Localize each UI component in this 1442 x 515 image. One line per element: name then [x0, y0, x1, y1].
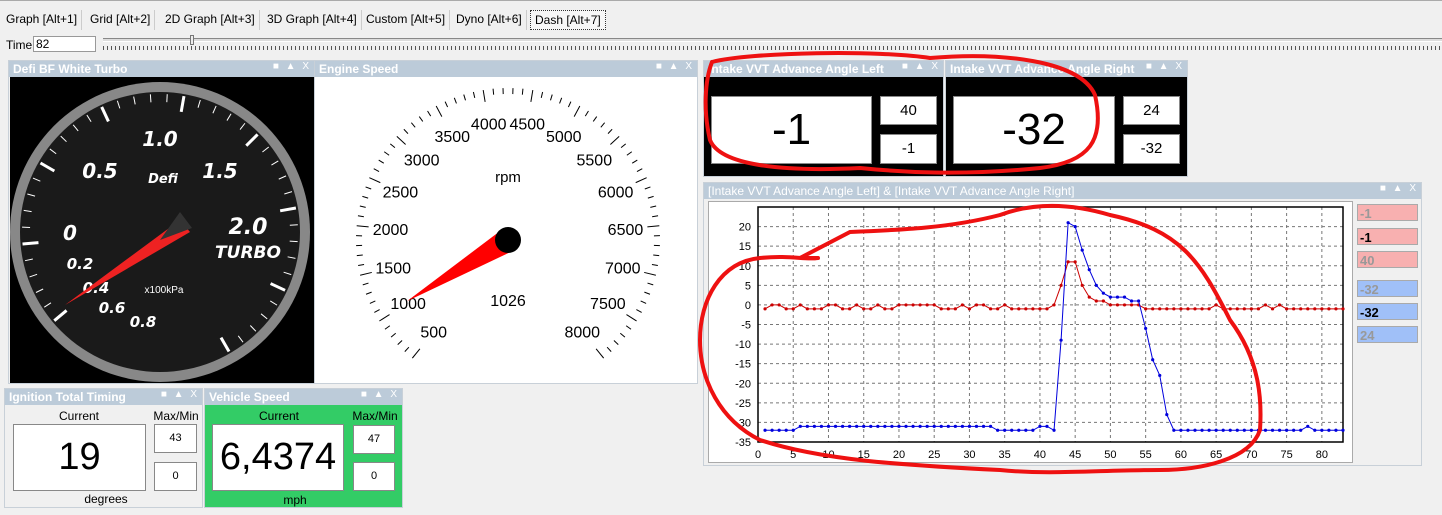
vehicle-speed-panel: Vehicle Speed ■ ▲ X Current Max/Min 6,43… [204, 388, 403, 508]
vvt-right-max: 24 [1123, 96, 1180, 125]
defi-label: 0.4 [83, 279, 110, 297]
view-tabs: Graph [Alt+1] Grid [Alt+2] 2D Graph [Alt… [0, 0, 1442, 34]
current-label: Current [258, 409, 299, 423]
defi-tick [289, 240, 298, 243]
rpm-label: 4000 [471, 117, 507, 134]
rpm-tick [492, 88, 495, 95]
rpm-value: 1026 [490, 293, 526, 310]
vvt-right-panel: Intake VVT Advance Angle Right ■ ▲ X -32… [945, 60, 1188, 177]
maxmin-label: Max/Min [352, 409, 398, 423]
defi-boost-gauge: 1.0 0.5 1.5 0 2.0 TURBO 0.2 0.4 0.6 0.8 … [10, 77, 315, 383]
rpm-label: 2000 [373, 222, 409, 239]
tab-2d-graph[interactable]: 2D Graph [Alt+3] [161, 10, 260, 30]
rpm-label: 2500 [383, 185, 419, 202]
rpm-label: 5500 [577, 153, 613, 170]
vvt-left-min: -1 [880, 134, 937, 164]
rpm-label: 5000 [546, 129, 582, 146]
vvt-right-current: -32 [953, 96, 1115, 164]
rpm-label: 8000 [564, 325, 600, 342]
chart-title: [Intake VVT Advance Angle Left] & [Intak… [704, 183, 1421, 199]
tab-custom[interactable]: Custom [Alt+5] [362, 10, 451, 30]
panel-window-buttons[interactable]: ■ ▲ X [902, 61, 940, 72]
tab-dash[interactable]: Dash [Alt+7] [530, 10, 606, 30]
maxmin-label: Max/Min [153, 409, 199, 423]
time-input[interactable] [33, 36, 96, 52]
panel-window-buttons[interactable]: ■ ▲ X [1146, 61, 1184, 72]
legend-right-current: -32 [1357, 280, 1418, 297]
current-label: Current [58, 409, 99, 423]
defi-label: 0.5 [82, 159, 117, 183]
panel-window-buttons[interactable]: ■ ▲ X [1380, 183, 1418, 194]
panel-window-buttons[interactable]: ■ ▲ X [361, 389, 399, 400]
rpm-label: 7000 [605, 260, 641, 277]
vvt-left-current: -1 [711, 96, 872, 164]
needle-hub [495, 227, 521, 253]
defi-logo: Defi [148, 172, 179, 187]
defi-label: 0 [63, 221, 77, 245]
tab-3d-graph[interactable]: 3D Graph [Alt+4] [263, 10, 362, 30]
defi-tick [149, 94, 152, 103]
ignition-min: 0 [154, 462, 197, 491]
rpm-unit: rpm [495, 169, 521, 186]
panel-window-buttons[interactable]: ■ ▲ X [656, 61, 694, 72]
rpm-label: 3500 [434, 129, 470, 146]
vvt-right-min: -32 [1123, 134, 1180, 164]
rpm-label: 6000 [598, 185, 634, 202]
legend-right-value: -32 [1357, 303, 1418, 320]
time-label: Time [6, 38, 33, 52]
defi-label: 0.2 [67, 255, 94, 273]
legend-left-current: -1 [1357, 204, 1418, 221]
legend-left-value: -1 [1357, 228, 1418, 245]
panel-window-buttons[interactable]: ■ ▲ X [161, 389, 199, 400]
rpm-tick [356, 254, 363, 257]
ignition-timing-panel: Ignition Total Timing ■ ▲ X Current Max/… [4, 388, 203, 508]
tab-dyno[interactable]: Dyno [Alt+6] [452, 10, 527, 30]
speed-unit: mph [283, 493, 307, 507]
defi-label: 0.8 [130, 313, 157, 331]
time-slider-thumb[interactable] [190, 35, 194, 45]
rpm-tick [653, 254, 660, 257]
rpm-gauge: 500 1000 1500 2000 2500 3000 35004000 45005000 5… [315, 77, 697, 383]
defi-label: 2.0 [229, 215, 268, 240]
chart-area [708, 201, 1353, 463]
rpm-label: 4500 [509, 117, 545, 134]
rpm-tick [521, 88, 524, 95]
defi-label: 1.5 [202, 159, 237, 183]
defi-label: 0.6 [99, 299, 126, 317]
legend-right-max: 24 [1357, 326, 1418, 343]
rpm-label: 1500 [375, 260, 411, 277]
ignition-unit: degrees [84, 492, 128, 506]
time-slider[interactable] [103, 38, 1442, 42]
defi-label: 1.0 [142, 127, 178, 151]
ignition-current: 19 [13, 424, 146, 491]
rpm-label: 6500 [608, 222, 644, 239]
speed-min: 0 [353, 462, 395, 491]
defi-label: TURBO [215, 243, 281, 263]
legend-left-max: 40 [1357, 251, 1418, 268]
rpm-label: 3000 [404, 153, 440, 170]
rpm-label: 7500 [590, 296, 626, 313]
ignition-max: 43 [154, 424, 197, 453]
tab-graph[interactable]: Graph [Alt+1] [2, 10, 83, 30]
speed-max: 47 [353, 425, 395, 454]
panel-title: Engine Speed [315, 61, 697, 77]
speed-current: 6,4374 [212, 424, 344, 491]
vvt-left-panel: Intake VVT Advance Angle Left ■ ▲ X -1 4… [703, 60, 944, 177]
slider-ticks [103, 46, 1442, 50]
defi-tick [22, 241, 39, 246]
panel-window-buttons[interactable]: ■ ▲ X [273, 61, 311, 72]
rpm-label: 500 [420, 325, 447, 342]
rpm-label: 1000 [390, 296, 426, 313]
defi-unit: x100kPa [145, 285, 184, 296]
panel-title: Defi BF White Turbo [9, 61, 314, 77]
vvt-left-max: 40 [880, 96, 937, 125]
tab-grid[interactable]: Grid [Alt+2] [86, 10, 156, 30]
